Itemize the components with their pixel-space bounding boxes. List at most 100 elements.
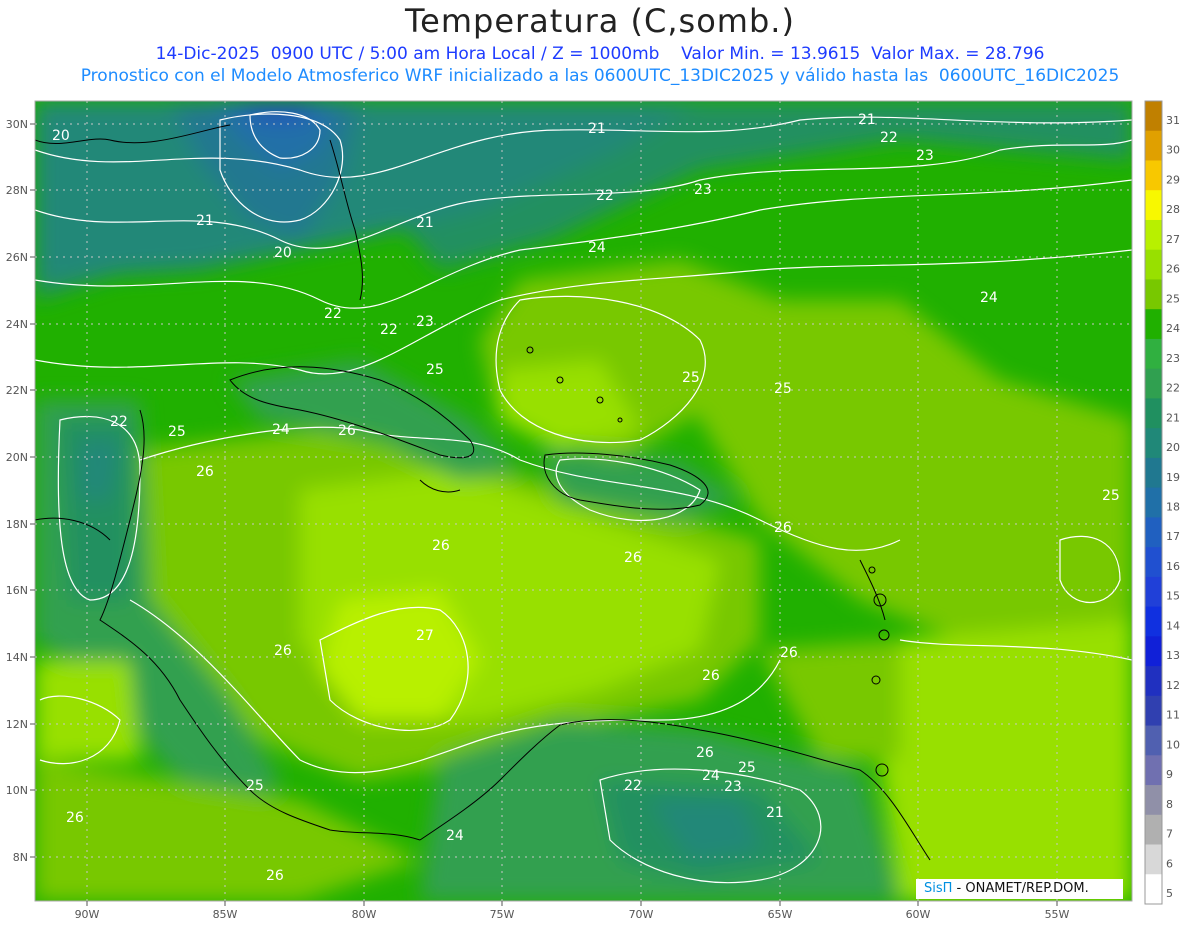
colorbar-label: 9 bbox=[1166, 768, 1173, 781]
colorbar-swatch bbox=[1145, 814, 1162, 846]
colorbar-label: 22 bbox=[1166, 382, 1180, 395]
contour-label: 23 bbox=[416, 314, 434, 330]
longitude-axis: 90W 85W 80W 75W 70W 65W 60W 55W bbox=[75, 901, 1070, 921]
colorbar-swatch bbox=[1145, 547, 1162, 578]
contour-label: 22 bbox=[880, 130, 898, 146]
contour-label: 26 bbox=[624, 550, 642, 566]
colorbar-label: 14 bbox=[1166, 619, 1180, 632]
colorbar-swatch bbox=[1145, 279, 1162, 310]
lon-label: 55W bbox=[1045, 908, 1070, 921]
colorbar-swatch bbox=[1145, 309, 1162, 340]
colorbar-label: 25 bbox=[1166, 292, 1180, 305]
contour-label: 22 bbox=[624, 778, 642, 794]
contour-label: 25 bbox=[1102, 488, 1120, 504]
colorbar-label: 18 bbox=[1166, 501, 1180, 514]
colorbar-label: 20 bbox=[1166, 441, 1180, 454]
contour-label: 24 bbox=[588, 240, 606, 256]
colorbar-label: 13 bbox=[1166, 649, 1180, 662]
colorbar-swatch bbox=[1145, 487, 1162, 518]
lon-label: 75W bbox=[490, 908, 515, 921]
contour-label: 21 bbox=[416, 215, 434, 231]
lat-label: 30N bbox=[6, 118, 28, 131]
contour-label: 26 bbox=[696, 745, 714, 761]
subtitle-model-info: Pronostico con el Modelo Atmosferico WRF… bbox=[80, 66, 1120, 86]
contour-label: 26 bbox=[274, 643, 292, 659]
colorbar-label: 5 bbox=[1166, 887, 1173, 900]
contour-label: 27 bbox=[416, 628, 434, 644]
colorbar-label: 15 bbox=[1166, 590, 1180, 603]
latitude-axis: 30N 28N 26N 24N 22N 20N 18N 16N 14N 12N … bbox=[6, 118, 35, 864]
lat-label: 16N bbox=[6, 584, 28, 597]
colorbar-label: 11 bbox=[1166, 709, 1180, 722]
colorbar-swatch bbox=[1145, 636, 1162, 667]
colorbar-label: 29 bbox=[1166, 173, 1180, 186]
contour-label: 22 bbox=[380, 322, 398, 338]
contour-label: 25 bbox=[426, 362, 444, 378]
contour-label: 26 bbox=[780, 645, 798, 661]
colorbar-label: 26 bbox=[1166, 263, 1180, 276]
colorbar-swatch bbox=[1145, 666, 1162, 697]
contour-label: 21 bbox=[766, 805, 784, 821]
contour-label: 26 bbox=[338, 423, 356, 439]
temperature-field: 21 21 22 22 23 23 24 24 25 25 25 25 26 2… bbox=[35, 101, 1132, 901]
colorbar-swatch bbox=[1145, 130, 1162, 161]
contour-label: 23 bbox=[724, 779, 742, 795]
colorbar-swatch bbox=[1145, 368, 1162, 399]
contour-label: 25 bbox=[774, 381, 792, 397]
contour-label: 22 bbox=[110, 414, 128, 430]
onamet-logo: SisΠ - ONAMET/REP.DOM. bbox=[916, 879, 1123, 899]
colorbar: 31 30 29 28 27 26 25 24 23 22 21 20 19 18 17 16 15 14 13 12… bbox=[1144, 100, 1180, 905]
colorbar-swatch bbox=[1145, 695, 1162, 727]
contour-label: 25 bbox=[246, 778, 264, 794]
colorbar-label: 12 bbox=[1166, 679, 1180, 692]
colorbar-swatch bbox=[1145, 101, 1162, 132]
colorbar-label: 21 bbox=[1166, 411, 1180, 424]
colorbar-label: 27 bbox=[1166, 233, 1180, 246]
colorbar-swatch bbox=[1145, 874, 1162, 905]
lat-label: 14N bbox=[6, 651, 28, 664]
logo-sis: SisΠ bbox=[924, 881, 953, 896]
colorbar-swatch bbox=[1145, 219, 1162, 251]
colorbar-swatch bbox=[1145, 785, 1162, 816]
colorbar-label: 31 bbox=[1166, 114, 1180, 127]
contour-label: 26 bbox=[702, 668, 720, 684]
colorbar-swatch bbox=[1145, 428, 1162, 459]
contour-label: 25 bbox=[682, 370, 700, 386]
lat-label: 10N bbox=[6, 784, 28, 797]
contour-label: 25 bbox=[168, 424, 186, 440]
colorbar-label: 17 bbox=[1166, 530, 1180, 543]
contour-label: 20 bbox=[274, 245, 292, 261]
lon-label: 80W bbox=[352, 908, 377, 921]
colorbar-label: 16 bbox=[1166, 560, 1180, 573]
lon-label: 85W bbox=[213, 908, 238, 921]
lat-label: 22N bbox=[6, 384, 28, 397]
contour-label: 22 bbox=[596, 188, 614, 204]
lat-label: 28N bbox=[6, 184, 28, 197]
lat-label: 20N bbox=[6, 451, 28, 464]
colorbar-label: 10 bbox=[1166, 738, 1180, 751]
colorbar-swatch bbox=[1145, 249, 1162, 280]
colorbar-label: 23 bbox=[1166, 352, 1180, 365]
colorbar-label: 8 bbox=[1166, 798, 1173, 811]
colorbar-swatch bbox=[1145, 457, 1162, 489]
contour-label: 21 bbox=[588, 121, 606, 137]
contour-label: 24 bbox=[446, 828, 464, 844]
colorbar-label: 24 bbox=[1166, 322, 1180, 335]
subtitle-valid-time: 14-Dic-2025 0900 UTC / 5:00 am Hora Loca… bbox=[155, 44, 1045, 64]
contour-label: 22 bbox=[324, 306, 342, 322]
colorbar-label: 30 bbox=[1166, 144, 1180, 157]
colorbar-swatch bbox=[1145, 338, 1162, 370]
contour-label: 26 bbox=[774, 520, 792, 536]
lon-label: 70W bbox=[629, 908, 654, 921]
page-title: Temperatura (C,somb.) bbox=[405, 2, 795, 40]
colorbar-swatch bbox=[1145, 160, 1162, 191]
contour-label: 21 bbox=[858, 112, 876, 128]
lat-label: 24N bbox=[6, 318, 28, 331]
colorbar-label: 28 bbox=[1166, 203, 1180, 216]
colorbar-swatch bbox=[1145, 576, 1162, 608]
contour-label: 24 bbox=[272, 422, 290, 438]
colorbar-swatch bbox=[1145, 606, 1162, 637]
contour-label: 23 bbox=[916, 148, 934, 164]
lat-label: 8N bbox=[13, 851, 28, 864]
colorbar-swatch bbox=[1145, 398, 1162, 429]
